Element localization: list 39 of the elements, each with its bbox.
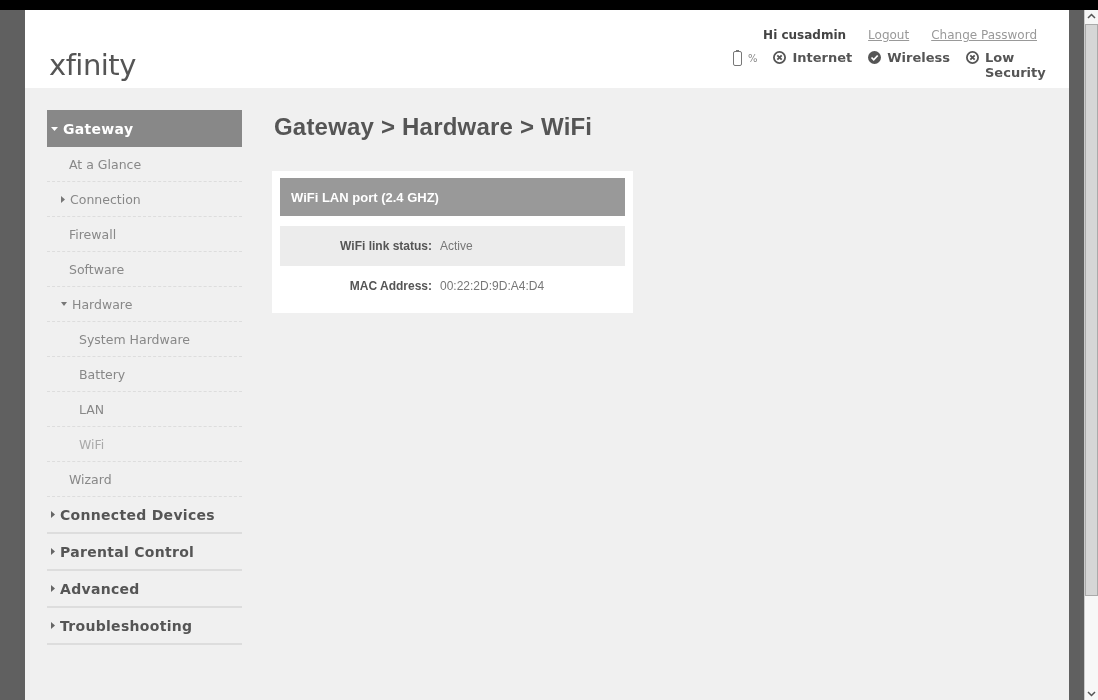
status-label: Low Security (985, 50, 1047, 80)
nav-subitem[interactable]: Hardware (47, 287, 242, 322)
field-value: Active (440, 239, 473, 253)
field-label: WiFi link status: (339, 239, 433, 253)
nav-subitem[interactable]: Connection (47, 182, 242, 217)
card-title: WiFi LAN port (2.4 GHZ) (280, 178, 625, 216)
xfinity-logo[interactable]: xfinity (49, 48, 136, 82)
caret-down-icon (61, 301, 67, 307)
nav-subitem[interactable]: Battery (47, 357, 242, 392)
nav-subitem[interactable]: LAN (47, 392, 242, 427)
caret-right-icon (51, 622, 55, 629)
caret-right-icon (51, 548, 55, 555)
nav-item[interactable]: Troubleshooting (47, 608, 242, 645)
page-title: Gateway > Hardware > WiFi (274, 113, 594, 141)
field-value: 00:22:2D:9D:A4:D4 (440, 279, 545, 293)
scroll-down-icon (1085, 688, 1098, 700)
nav-item[interactable]: Advanced (47, 571, 242, 608)
caret-down-icon (51, 125, 58, 132)
header-link[interactable]: Logout (868, 28, 910, 42)
nav-item[interactable]: Gateway (47, 110, 242, 147)
nav-item[interactable]: Connected Devices (47, 497, 242, 534)
nav-subitem[interactable]: Wizard (47, 462, 242, 497)
caret-right-icon (61, 195, 65, 203)
field-label: MAC Address: (348, 279, 433, 293)
battery-icon (732, 50, 742, 66)
status-label: Wireless (887, 50, 950, 65)
status-label: Internet (792, 50, 853, 65)
nav-subitem[interactable]: System Hardware (47, 322, 242, 357)
nav-subitem[interactable]: WiFi (47, 427, 242, 462)
caret-right-icon (51, 585, 55, 592)
nav-item[interactable]: Parental Control (47, 534, 242, 571)
header-link[interactable]: Change Password (931, 28, 1037, 42)
greeting-text: Hi cusadmin (763, 28, 847, 42)
nav-subitem[interactable]: Firewall (47, 217, 242, 252)
nav-subitem[interactable]: At a Glance (47, 147, 242, 182)
caret-right-icon (51, 511, 55, 518)
battery-percent: % (747, 52, 758, 64)
scrollbar[interactable] (1084, 10, 1098, 700)
nav-subitem[interactable]: Software (47, 252, 242, 287)
